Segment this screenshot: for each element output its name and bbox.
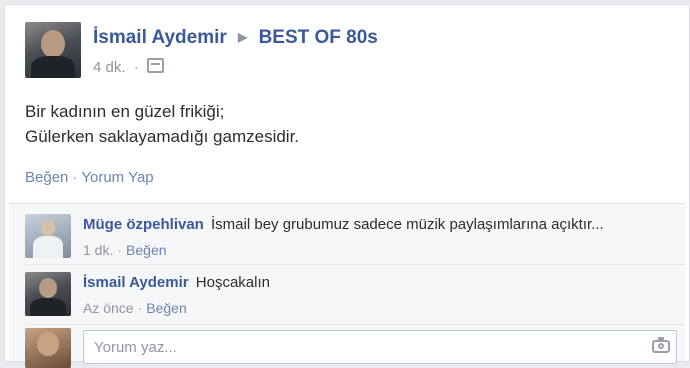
comments-section: Müge özpehlivan İsmail bey grubumuz sade… bbox=[9, 203, 685, 368]
comment-author-name[interactable]: Müge özpehlivan bbox=[83, 216, 204, 233]
post-author-name[interactable]: İsmail Aydemir bbox=[93, 27, 227, 48]
post-actions: Beğen · Yorum Yap bbox=[25, 169, 154, 186]
comment-item: İsmail Aydemir Hoşcakalın Az önce · Beğen bbox=[9, 264, 685, 324]
comment-item: Müge özpehlivan İsmail bey grubumuz sade… bbox=[9, 204, 685, 264]
comment-text: İsmail bey grubumuz sadece müzik paylaşı… bbox=[211, 216, 604, 233]
comment-author-name[interactable]: İsmail Aydemir bbox=[83, 274, 189, 291]
comment-timestamp[interactable]: 1 dk. bbox=[83, 242, 113, 258]
post-card: İsmail Aydemir ▶ BEST OF 80s 4 dk. · Bir… bbox=[4, 4, 690, 368]
triangle-right-icon: ▶ bbox=[238, 30, 248, 44]
current-user-avatar[interactable] bbox=[25, 328, 71, 368]
comment-button[interactable]: Yorum Yap bbox=[81, 169, 153, 186]
meta-separator: · bbox=[117, 242, 123, 258]
comment-input[interactable]: Yorum yaz... bbox=[83, 330, 677, 364]
group-icon[interactable] bbox=[146, 58, 164, 73]
post-timestamp[interactable]: 4 dk. bbox=[93, 59, 126, 76]
comment-author-avatar[interactable] bbox=[25, 272, 71, 316]
post-text-line-1: Bir kadının en güzel frikiği; bbox=[25, 102, 225, 121]
comment-meta: 1 dk. · Beğen bbox=[83, 242, 167, 258]
comment-author-avatar[interactable] bbox=[25, 214, 71, 258]
comment-line: Müge özpehlivan İsmail bey grubumuz sade… bbox=[83, 216, 679, 233]
post-text-line-2: Gülerken saklayamadığı gamzesidir. bbox=[25, 127, 300, 146]
post-meta: 4 dk. · bbox=[93, 58, 164, 76]
comment-meta: Az önce · Beğen bbox=[83, 300, 187, 316]
post-header: İsmail Aydemir ▶ BEST OF 80s bbox=[93, 27, 378, 49]
comment-line: İsmail Aydemir Hoşcakalın bbox=[83, 274, 679, 291]
camera-icon[interactable] bbox=[652, 337, 670, 353]
comment-like-button[interactable]: Beğen bbox=[146, 300, 186, 316]
comment-like-button[interactable]: Beğen bbox=[126, 242, 166, 258]
meta-separator: · bbox=[137, 300, 143, 316]
comment-divider bbox=[25, 324, 685, 325]
like-button[interactable]: Beğen bbox=[25, 169, 68, 186]
comment-text: Hoşcakalın bbox=[195, 274, 270, 291]
post-author-avatar[interactable] bbox=[25, 22, 81, 78]
comment-timestamp[interactable]: Az önce bbox=[83, 300, 134, 316]
action-separator: · bbox=[72, 169, 78, 186]
post-text: Bir kadının en güzel frikiği; Gülerken s… bbox=[25, 99, 299, 149]
comment-input-placeholder: Yorum yaz... bbox=[94, 339, 177, 356]
meta-separator: · bbox=[133, 59, 139, 76]
group-name-link[interactable]: BEST OF 80s bbox=[259, 27, 378, 48]
